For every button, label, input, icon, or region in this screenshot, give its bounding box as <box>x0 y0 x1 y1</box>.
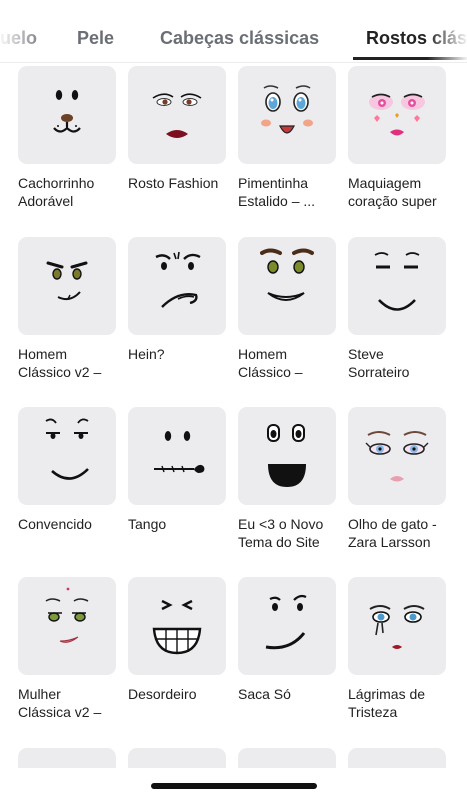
face-item-mulher-classica-v2[interactable]: Mulher Clássica v2 – <box>18 577 118 721</box>
face-name: Saca Só <box>238 686 291 702</box>
face-name: Cachorrinho Adorável <box>18 175 95 209</box>
face-name: Rosto Fashion <box>128 175 219 191</box>
site-theme-face-icon <box>267 424 306 487</box>
pimentinha-face-icon <box>261 85 313 134</box>
face-item-lagrimas[interactable]: Lágrimas de Tristeza <box>348 577 448 721</box>
face-thumbnail <box>238 237 336 335</box>
tabs-fade-left <box>0 0 46 60</box>
face-thumbnail <box>18 66 116 164</box>
hein-face-icon <box>155 251 201 308</box>
face-item-partial[interactable] <box>18 748 116 768</box>
face-item-cachorrinho[interactable]: Cachorrinho Adorável <box>18 66 118 210</box>
face-name: Tango <box>128 516 167 532</box>
face-name: Homem Clássico – <box>238 346 303 380</box>
face-thumbnail <box>128 66 226 164</box>
face-thumbnail <box>18 577 116 675</box>
sad-tears-face-icon <box>369 605 425 649</box>
face-thumbnail <box>348 66 446 164</box>
troublemaker-face-icon <box>152 599 202 655</box>
tab-pele[interactable]: Pele <box>77 28 114 49</box>
face-grid: Cachorrinho Adorável Rosto Fashion Pimen… <box>0 0 467 800</box>
smug-face-icon <box>45 418 89 480</box>
face-name: Pimentinha Estalido – ... <box>238 175 316 209</box>
sneaky-steve-face-icon <box>374 252 420 311</box>
classic-man-v2-face-icon <box>46 261 88 301</box>
face-item-homem-classico-v2[interactable]: Homem Clássico v2 – <box>18 237 118 381</box>
face-item-olho-de-gato[interactable]: Olho de gato - Zara Larsson <box>348 407 448 551</box>
face-item-partial[interactable] <box>348 748 446 768</box>
face-item-partial[interactable] <box>128 748 226 768</box>
face-item-maquiagem[interactable]: Maquiagem coração super <box>348 66 448 210</box>
face-name: Steve Sorrateiro <box>348 346 410 380</box>
face-thumbnail <box>238 407 336 505</box>
face-name: Lágrimas de Tristeza <box>348 686 426 720</box>
face-item-tango[interactable]: Tango <box>128 407 228 533</box>
face-name: Olho de gato - Zara Larsson <box>348 516 437 550</box>
face-item-saca-so[interactable]: Saca Só <box>238 577 338 703</box>
face-name: Eu <3 o Novo Tema do Site <box>238 516 324 550</box>
face-thumbnail <box>348 577 446 675</box>
face-name: Homem Clássico v2 – <box>18 346 102 380</box>
puppy-face-icon <box>53 90 81 133</box>
face-name: Hein? <box>128 346 165 362</box>
face-thumbnail <box>18 237 116 335</box>
face-thumbnail <box>128 237 226 335</box>
face-item-partial[interactable] <box>238 748 336 768</box>
tango-rose-face-icon <box>154 431 205 473</box>
face-name: Mulher Clássica v2 – <box>18 686 102 720</box>
tab-cabecas-classicas[interactable]: Cabeças clássicas <box>160 28 319 49</box>
face-name: Desordeiro <box>128 686 197 702</box>
category-tabs: uelo Pele Cabeças clássicas Rostos clás <box>0 0 467 63</box>
cat-eye-face-icon <box>365 431 429 482</box>
fashion-face-icon <box>152 93 202 138</box>
face-item-homem-classico[interactable]: Homem Clássico – <box>238 237 338 381</box>
face-thumbnail <box>348 237 446 335</box>
face-thumbnail <box>128 577 226 675</box>
face-item-desordeiro[interactable]: Desordeiro <box>128 577 228 703</box>
check-it-face-icon <box>265 594 307 650</box>
face-thumbnail <box>128 407 226 505</box>
face-item-hein[interactable]: Hein? <box>128 237 228 363</box>
face-item-convencido[interactable]: Convencido <box>18 407 118 533</box>
face-item-rosto-fashion[interactable]: Rosto Fashion <box>128 66 228 192</box>
face-item-eu-amo-tema[interactable]: Eu <3 o Novo Tema do Site <box>238 407 338 551</box>
face-name: Convencido <box>18 516 92 532</box>
home-indicator[interactable] <box>151 783 317 789</box>
face-thumbnail <box>18 407 116 505</box>
classic-man-face-icon <box>260 248 314 301</box>
face-item-pimentinha[interactable]: Pimentinha Estalido – ... <box>238 66 338 210</box>
face-name: Maquiagem coração super <box>348 175 437 209</box>
face-item-steve-sorrateiro[interactable]: Steve Sorrateiro <box>348 237 448 381</box>
face-thumbnail <box>348 407 446 505</box>
classic-woman-v2-face-icon <box>45 587 89 643</box>
face-thumbnail <box>238 66 336 164</box>
face-thumbnail <box>238 577 336 675</box>
tabs-fade-right <box>427 0 467 60</box>
heart-makeup-face-icon <box>369 93 425 136</box>
